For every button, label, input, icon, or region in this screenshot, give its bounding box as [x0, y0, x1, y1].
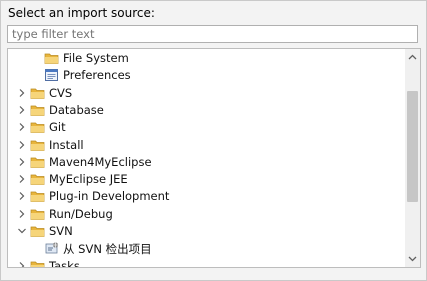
tree-item[interactable]: Git	[8, 119, 408, 136]
import-wizard-panel: Select an import source: File System Pref…	[0, 0, 427, 281]
chevron-right-icon[interactable]	[16, 260, 28, 267]
tree-item[interactable]: 从 SVN 检出项目	[8, 240, 408, 257]
folder-icon	[30, 155, 45, 169]
tree-item-label: Run/Debug	[49, 206, 113, 221]
folder-icon	[30, 120, 45, 134]
tree-item[interactable]: Run/Debug	[8, 206, 408, 223]
folder-icon	[30, 259, 45, 267]
tree-item-label: CVS	[49, 85, 73, 100]
tree-item-label: Tasks	[49, 258, 80, 268]
folder-icon	[30, 224, 45, 238]
tree-item[interactable]: SVN	[8, 223, 408, 240]
svn-checkout-icon	[44, 241, 59, 255]
tree-item-label: SVN	[49, 224, 73, 238]
folder-icon	[30, 207, 45, 221]
scroll-down-arrow-icon[interactable]	[407, 253, 418, 264]
tree-item[interactable]: Maven4MyEclipse	[8, 154, 408, 171]
tree-item[interactable]: MyEclipse JEE	[8, 171, 408, 188]
tree-item[interactable]: File System	[8, 50, 408, 67]
tree-item[interactable]: Tasks	[8, 258, 408, 268]
chevron-right-icon[interactable]	[16, 139, 28, 151]
tree-item[interactable]: CVS	[8, 85, 408, 102]
tree-item-label: Database	[49, 102, 104, 117]
tree-item-label: Plug-in Development	[49, 189, 170, 204]
folder-icon	[30, 189, 45, 203]
folder-icon	[30, 103, 45, 117]
filter-input[interactable]	[7, 25, 418, 43]
folder-icon	[30, 172, 45, 186]
import-source-tree: File System Preferences CVS Database Git Inst…	[7, 48, 421, 268]
tree-item-label: MyEclipse JEE	[49, 172, 128, 187]
tree-item[interactable]: Plug-in Development	[8, 188, 408, 205]
chevron-right-icon[interactable]	[16, 190, 28, 202]
tree-item[interactable]: Database	[8, 102, 408, 119]
folder-icon	[30, 86, 45, 100]
chevron-right-icon[interactable]	[16, 121, 28, 133]
import-source-prompt: Select an import source:	[8, 6, 155, 20]
tree-item-label: File System	[63, 51, 129, 65]
tree-item-label: Preferences	[63, 68, 131, 83]
tree-item[interactable]: Install	[8, 137, 408, 154]
vertical-scrollbar[interactable]	[405, 49, 420, 267]
chevron-down-icon[interactable]	[16, 225, 28, 237]
chevron-right-icon[interactable]	[16, 208, 28, 220]
tree-item-label: Install	[49, 137, 84, 152]
preferences-icon	[44, 68, 59, 82]
chevron-right-icon[interactable]	[16, 156, 28, 168]
tree-item-label: 从 SVN 检出项目	[63, 242, 152, 257]
chevron-right-icon[interactable]	[16, 87, 28, 99]
chevron-right-icon[interactable]	[16, 173, 28, 185]
scroll-up-arrow-icon[interactable]	[407, 52, 418, 63]
scrollbar-thumb[interactable]	[407, 91, 418, 202]
tree-item[interactable]: Preferences	[8, 67, 408, 84]
chevron-right-icon[interactable]	[16, 104, 28, 116]
folder-icon	[44, 51, 59, 65]
tree-item-label: Git	[49, 120, 66, 135]
tree-item-label: Maven4MyEclipse	[49, 154, 152, 169]
folder-icon	[30, 138, 45, 152]
